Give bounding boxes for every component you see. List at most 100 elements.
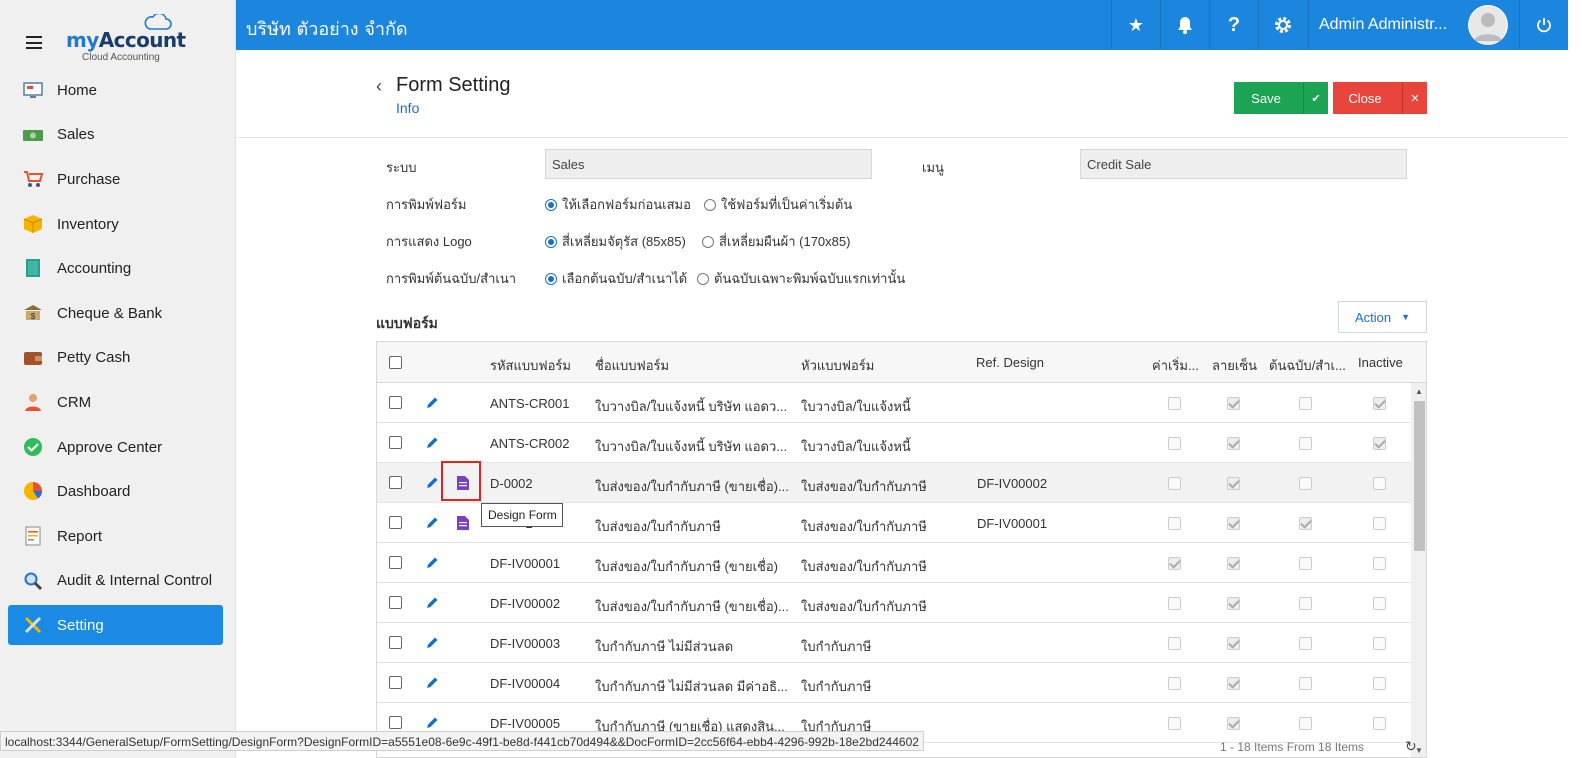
table-row[interactable]: ANTS-CR001 ใบวางบิล/ใบแจ้งหนี้ บริษัท แอด… (377, 383, 1411, 423)
default-checkbox (1168, 717, 1181, 730)
logo-text: myAccount (66, 28, 186, 52)
edit-pencil-icon[interactable] (425, 716, 439, 730)
copy-checkbox (1299, 437, 1312, 450)
grid-scrollbar[interactable]: ▲ ▼ (1411, 383, 1426, 757)
radio-selected-icon (545, 235, 557, 248)
power-icon[interactable] (1519, 0, 1568, 50)
sidebar-item-petty-cash[interactable]: Petty Cash (0, 336, 236, 381)
page-header: ‹ Form Setting Info Save ✔ Close ✕ (236, 50, 1568, 138)
col-head[interactable]: หัวแบบฟอร์ม (801, 355, 874, 376)
table-row[interactable]: DF-IV00002 ใบส่งของ/ใบกำกับภาษี (ขายเชื่อ… (377, 583, 1411, 623)
logo-option-rectangle[interactable]: สี่เหลี่ยมผืนผ้า (170x85) (702, 231, 850, 252)
top-bar: บริษัท ตัวอย่าง จำกัด ★ ? Admin Administ… (236, 0, 1568, 50)
cell-name: ใบกำกับภาษี ไม่มีส่วนลด (595, 639, 734, 654)
copy-option-choose[interactable]: เลือกต้นฉบับ/สำเนาได้ (545, 268, 687, 289)
edit-pencil-icon[interactable] (425, 516, 439, 530)
edit-pencil-icon[interactable] (425, 396, 439, 410)
sidebar-item-approve-center[interactable]: Approve Center (0, 425, 236, 470)
row-checkbox[interactable] (389, 476, 402, 489)
col-default[interactable]: ค่าเริ่ม... (1152, 355, 1199, 376)
sidebar-item-inventory[interactable]: Inventory (0, 202, 236, 247)
sidebar-item-setting[interactable]: Setting (8, 605, 223, 646)
col-inactive[interactable]: Inactive (1358, 355, 1403, 370)
help-icon[interactable]: ? (1209, 0, 1258, 50)
row-checkbox[interactable] (389, 396, 402, 409)
pager-info: 1 - 18 Items From 18 Items (1220, 740, 1365, 754)
default-checkbox (1168, 437, 1181, 450)
logo-option-square[interactable]: สี่เหลี่ยมจัตุรัส (85x85) (545, 231, 686, 252)
row-checkbox[interactable] (389, 516, 402, 529)
row-checkbox[interactable] (389, 676, 402, 689)
edit-pencil-icon[interactable] (425, 556, 439, 570)
sidebar-item-label: Accounting (57, 260, 132, 278)
sidebar-item-home[interactable]: Home (0, 68, 236, 113)
edit-pencil-icon[interactable] (425, 676, 439, 690)
scroll-thumb[interactable] (1414, 401, 1425, 551)
app-logo[interactable]: myAccount Cloud Accounting (66, 14, 196, 64)
col-copy[interactable]: ต้นฉบับ/สำเ... (1269, 355, 1346, 376)
table-row[interactable]: ANTS-CR002 ใบวางบิล/ใบแจ้งหนี้ บริษัท แอด… (377, 423, 1411, 463)
sidebar-item-dashboard[interactable]: Dashboard (0, 469, 236, 514)
cell-head: ใบส่งของ/ใบกำกับภาษี (801, 479, 927, 494)
select-all-checkbox[interactable] (389, 356, 402, 369)
edit-pencil-icon[interactable] (425, 476, 439, 490)
refresh-icon[interactable]: ↻ (1405, 738, 1417, 755)
sidebar-item-label: Cheque & Bank (57, 304, 163, 322)
user-name[interactable]: Admin Administr... (1319, 16, 1447, 34)
cell-name: ใบส่งของ/ใบกำกับภาษี (ขายเชื่อ)... (595, 479, 789, 494)
row-checkbox[interactable] (389, 596, 402, 609)
system-field: Sales (545, 149, 872, 179)
inactive-checkbox (1373, 557, 1386, 570)
page-subtitle[interactable]: Info (396, 100, 419, 116)
sidebar-item-report[interactable]: Report (0, 514, 236, 559)
signature-checkbox (1227, 517, 1240, 530)
edit-pencil-icon[interactable] (425, 596, 439, 610)
sidebar-item-label: Sales (57, 126, 95, 144)
inactive-checkbox (1373, 477, 1386, 490)
signature-checkbox (1227, 677, 1240, 690)
scroll-up-icon[interactable]: ▲ (1415, 387, 1423, 396)
sidebar-item-audit-internal-control[interactable]: Audit & Internal Control (0, 559, 236, 604)
hamburger-menu-icon[interactable] (26, 36, 42, 49)
page-scrollbar[interactable] (1568, 0, 1582, 758)
col-sign[interactable]: ลายเซ็น (1212, 355, 1257, 376)
back-chevron-icon[interactable]: ‹ (376, 76, 382, 97)
close-x-icon[interactable]: ✕ (1402, 82, 1427, 114)
sidebar-item-sales[interactable]: Sales (0, 113, 236, 158)
sidebar-item-cheque-bank[interactable]: $ Cheque & Bank (0, 291, 236, 336)
section-title: แบบฟอร์ม (376, 315, 438, 331)
row-checkbox[interactable] (389, 556, 402, 569)
table-row[interactable]: D-0002 ใบส่งของ/ใบกำกับภาษี (ขายเชื่อ)...… (377, 463, 1411, 503)
row-checkbox[interactable] (389, 636, 402, 649)
copy-option-first-only[interactable]: ต้นฉบับเฉพาะพิมพ์ฉบับแรกเท่านั้น (697, 268, 905, 289)
print-option-default[interactable]: ใช้ฟอร์มที่เป็นค่าเริ่มต้น (704, 194, 852, 215)
sidebar-item-purchase[interactable]: Purchase (0, 157, 236, 202)
print-option-always-choose[interactable]: ให้เลือกฟอร์มก่อนเสมอ (545, 194, 691, 215)
copy-checkbox (1299, 597, 1312, 610)
action-dropdown-button[interactable]: Action ▼ (1338, 301, 1427, 333)
table-row[interactable]: DF-IV00004 ใบกำกับภาษี ไม่มีส่วนลด มีค่าอ… (377, 663, 1411, 703)
edit-pencil-icon[interactable] (425, 436, 439, 450)
inactive-checkbox (1373, 637, 1386, 650)
row-checkbox[interactable] (389, 716, 402, 729)
cell-name: ใบส่งของ/ใบกำกับภาษี (595, 519, 721, 534)
table-row[interactable]: DF-IV00003 ใบกำกับภาษี ไม่มีส่วนลด ใบกำกับ… (377, 623, 1411, 663)
settings-gear-icon[interactable] (1258, 0, 1307, 50)
row-checkbox[interactable] (389, 436, 402, 449)
col-ref[interactable]: Ref. Design (976, 355, 1044, 370)
avatar[interactable] (1468, 5, 1508, 45)
copy-label: การพิมพ์ต้นฉบับ/สำเนา (386, 271, 517, 286)
design-form-icon[interactable] (457, 516, 469, 530)
col-name[interactable]: ชื่อแบบฟอร์ม (595, 355, 669, 376)
sidebar-item-crm[interactable]: CRM (0, 380, 236, 425)
radio-icon (702, 235, 714, 248)
copy-checkbox (1299, 637, 1312, 650)
save-check-icon[interactable]: ✔ (1303, 82, 1328, 114)
favorites-star-icon[interactable]: ★ (1111, 0, 1160, 50)
table-row[interactable]: DF-IV00001 ใบส่งของ/ใบกำกับภาษี (ขายเชื่อ… (377, 543, 1411, 583)
col-code[interactable]: รหัสแบบฟอร์ม (490, 355, 571, 376)
notification-bell-icon[interactable] (1160, 0, 1209, 50)
sidebar-item-accounting[interactable]: Accounting (0, 246, 236, 291)
edit-pencil-icon[interactable] (425, 636, 439, 650)
sidebar-item-label: Report (57, 527, 103, 545)
